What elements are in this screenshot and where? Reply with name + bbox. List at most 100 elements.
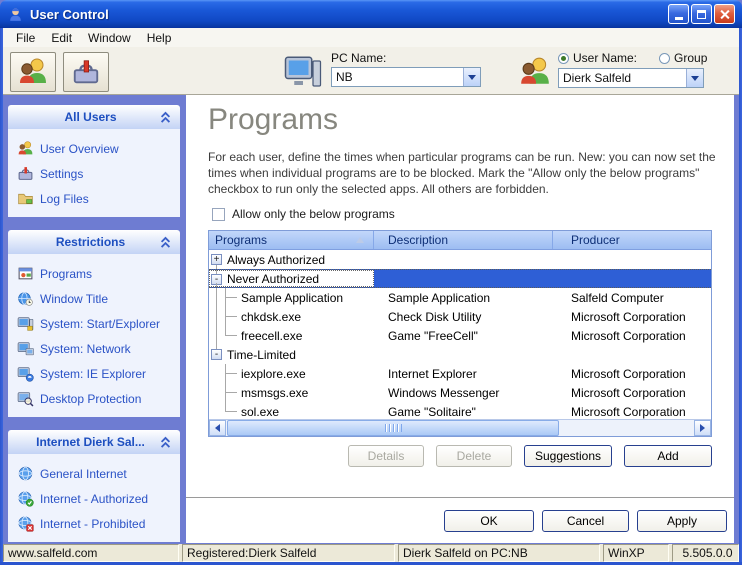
computer-icon	[283, 51, 323, 91]
table-row-sample-application[interactable]: Sample Application Sample Application Sa…	[209, 288, 711, 307]
menu-file[interactable]: File	[8, 29, 43, 47]
status-bar: www.salfeld.com Registered:Dierk Salfeld…	[3, 544, 739, 562]
menu-help[interactable]: Help	[139, 29, 180, 47]
network-icon	[17, 340, 34, 357]
user-name-label: User Name:	[573, 51, 637, 65]
user-name-radio[interactable]	[558, 53, 569, 64]
nav-header-all-users[interactable]: All Users	[8, 105, 180, 129]
horizontal-scrollbar[interactable]	[209, 419, 711, 436]
sort-ascending-icon	[356, 237, 364, 243]
user-name-group: User Name: Group Dierk Salfeld	[518, 51, 707, 89]
scroll-left-button[interactable]	[209, 420, 226, 436]
group-radio[interactable]	[659, 53, 670, 64]
table-row-chkdsk[interactable]: chkdsk.exe Check Disk Utility Microsoft …	[209, 307, 711, 326]
close-icon	[719, 9, 730, 20]
column-header-producer[interactable]: Producer	[553, 231, 711, 249]
group-label: Group	[674, 51, 707, 65]
nav-header-restrictions[interactable]: Restrictions	[8, 230, 180, 254]
nav-group-all-users: All Users User Overview	[8, 105, 180, 217]
user-dropdown[interactable]: Dierk Salfeld	[558, 68, 704, 88]
status-user-pc: Dierk Salfeld on PC:NB	[398, 544, 600, 562]
collapse-icon[interactable]: -	[211, 274, 222, 285]
nav-group-internet: Internet Dierk Sal... General Internet	[8, 430, 180, 542]
maximize-icon	[697, 10, 706, 19]
table-row-freecell[interactable]: freecell.exe Game "FreeCell" Microsoft C…	[209, 326, 711, 345]
minimize-icon	[675, 17, 683, 20]
collapse-icon[interactable]: -	[211, 349, 222, 360]
nav-header-internet[interactable]: Internet Dierk Sal...	[8, 430, 180, 454]
programs-table: Programs Description Producer + Always A…	[208, 230, 712, 437]
sidebar-item-user-overview[interactable]: User Overview	[8, 136, 180, 161]
sidebar-item-internet-prohibited[interactable]: Internet - Prohibited	[8, 511, 180, 536]
status-os: WinXP	[603, 544, 669, 562]
user-control-window: User Control File Edit Window Help	[0, 0, 742, 565]
column-header-programs[interactable]: Programs	[209, 231, 374, 249]
grip-icon	[385, 424, 402, 432]
table-row-iexplore[interactable]: iexplore.exe Internet Explorer Microsoft…	[209, 364, 711, 383]
sidebar-item-settings[interactable]: Settings	[8, 161, 180, 186]
cancel-button[interactable]: Cancel	[542, 510, 629, 532]
table-header: Programs Description Producer	[209, 231, 711, 250]
details-button: Details	[348, 445, 424, 467]
delete-button: Delete	[436, 445, 512, 467]
chevron-down-icon[interactable]	[463, 68, 480, 86]
table-actions: Details Delete Suggestions Add	[208, 445, 712, 467]
chevron-down-icon[interactable]	[686, 69, 703, 87]
app-icon	[7, 6, 24, 23]
divider-line	[186, 497, 734, 498]
table-row-group-always-authorized[interactable]: + Always Authorized	[209, 250, 711, 269]
column-header-description[interactable]: Description	[374, 231, 553, 249]
toolbar: PC Name: NB User Name: G	[3, 47, 739, 95]
minimize-button[interactable]	[668, 4, 689, 24]
globe-x-icon	[17, 515, 34, 532]
pc-name-label: PC Name:	[331, 51, 481, 65]
chevron-double-up-icon	[159, 436, 172, 449]
status-version: 5.505.0.0	[672, 544, 739, 562]
sidebar-item-internet-authorized[interactable]: Internet - Authorized	[8, 486, 180, 511]
sidebar-item-system-ie-explorer[interactable]: System: IE Explorer	[8, 361, 180, 386]
close-button[interactable]	[714, 4, 735, 24]
window-title: User Control	[30, 7, 109, 22]
add-button[interactable]: Add	[624, 445, 712, 467]
globe-clock-icon	[17, 290, 34, 307]
sidebar-item-desktop-protection[interactable]: Desktop Protection	[8, 386, 180, 411]
globe-check-icon	[17, 490, 34, 507]
ok-button[interactable]: OK	[444, 510, 534, 532]
chevron-double-up-icon	[159, 111, 172, 124]
window-border-left	[0, 28, 3, 565]
programs-icon	[17, 265, 34, 282]
folder-icon	[17, 190, 34, 207]
sidebar-item-programs[interactable]: Programs	[8, 261, 180, 286]
table-row-msmsgs[interactable]: msmsgs.exe Windows Messenger Microsoft C…	[209, 383, 711, 402]
nav-group-restrictions: Restrictions Programs	[8, 230, 180, 417]
apply-button[interactable]: Apply	[637, 510, 727, 532]
scrollbar-thumb[interactable]	[227, 420, 559, 436]
users-toolbar-button[interactable]	[10, 52, 56, 92]
sidebar-item-system-network[interactable]: System: Network	[8, 336, 180, 361]
pc-name-dropdown[interactable]: NB	[331, 67, 481, 87]
ie-icon	[17, 365, 34, 382]
sidebar-item-general-internet[interactable]: General Internet	[8, 461, 180, 486]
table-row-group-time-limited[interactable]: - Time-Limited	[209, 345, 711, 364]
table-row-group-never-authorized[interactable]: - Never Authorized	[209, 269, 711, 288]
globe-icon	[17, 465, 34, 482]
status-website[interactable]: www.salfeld.com	[3, 544, 179, 562]
menu-window[interactable]: Window	[80, 29, 139, 47]
suggestions-button[interactable]: Suggestions	[524, 445, 612, 467]
menu-edit[interactable]: Edit	[43, 29, 80, 47]
sidebar-item-log-files[interactable]: Log Files	[8, 186, 180, 211]
expand-icon[interactable]: +	[211, 254, 222, 265]
maximize-button[interactable]	[691, 4, 712, 24]
toolbox-icon	[70, 57, 102, 87]
settings-toolbar-button[interactable]	[63, 52, 109, 92]
allow-only-checkbox[interactable]	[212, 208, 225, 221]
toolbox-icon	[17, 165, 34, 182]
system-icon	[17, 315, 34, 332]
sidebar-item-window-title[interactable]: Window Title	[8, 286, 180, 311]
sidebar-item-system-start-explorer[interactable]: System: Start/Explorer	[8, 311, 180, 336]
arrow-left-icon	[215, 424, 220, 432]
sidebar: All Users User Overview	[8, 105, 180, 555]
scroll-right-button[interactable]	[694, 420, 711, 436]
content-panel: Programs For each user, define the times…	[186, 95, 734, 543]
title-bar: User Control	[0, 0, 742, 28]
